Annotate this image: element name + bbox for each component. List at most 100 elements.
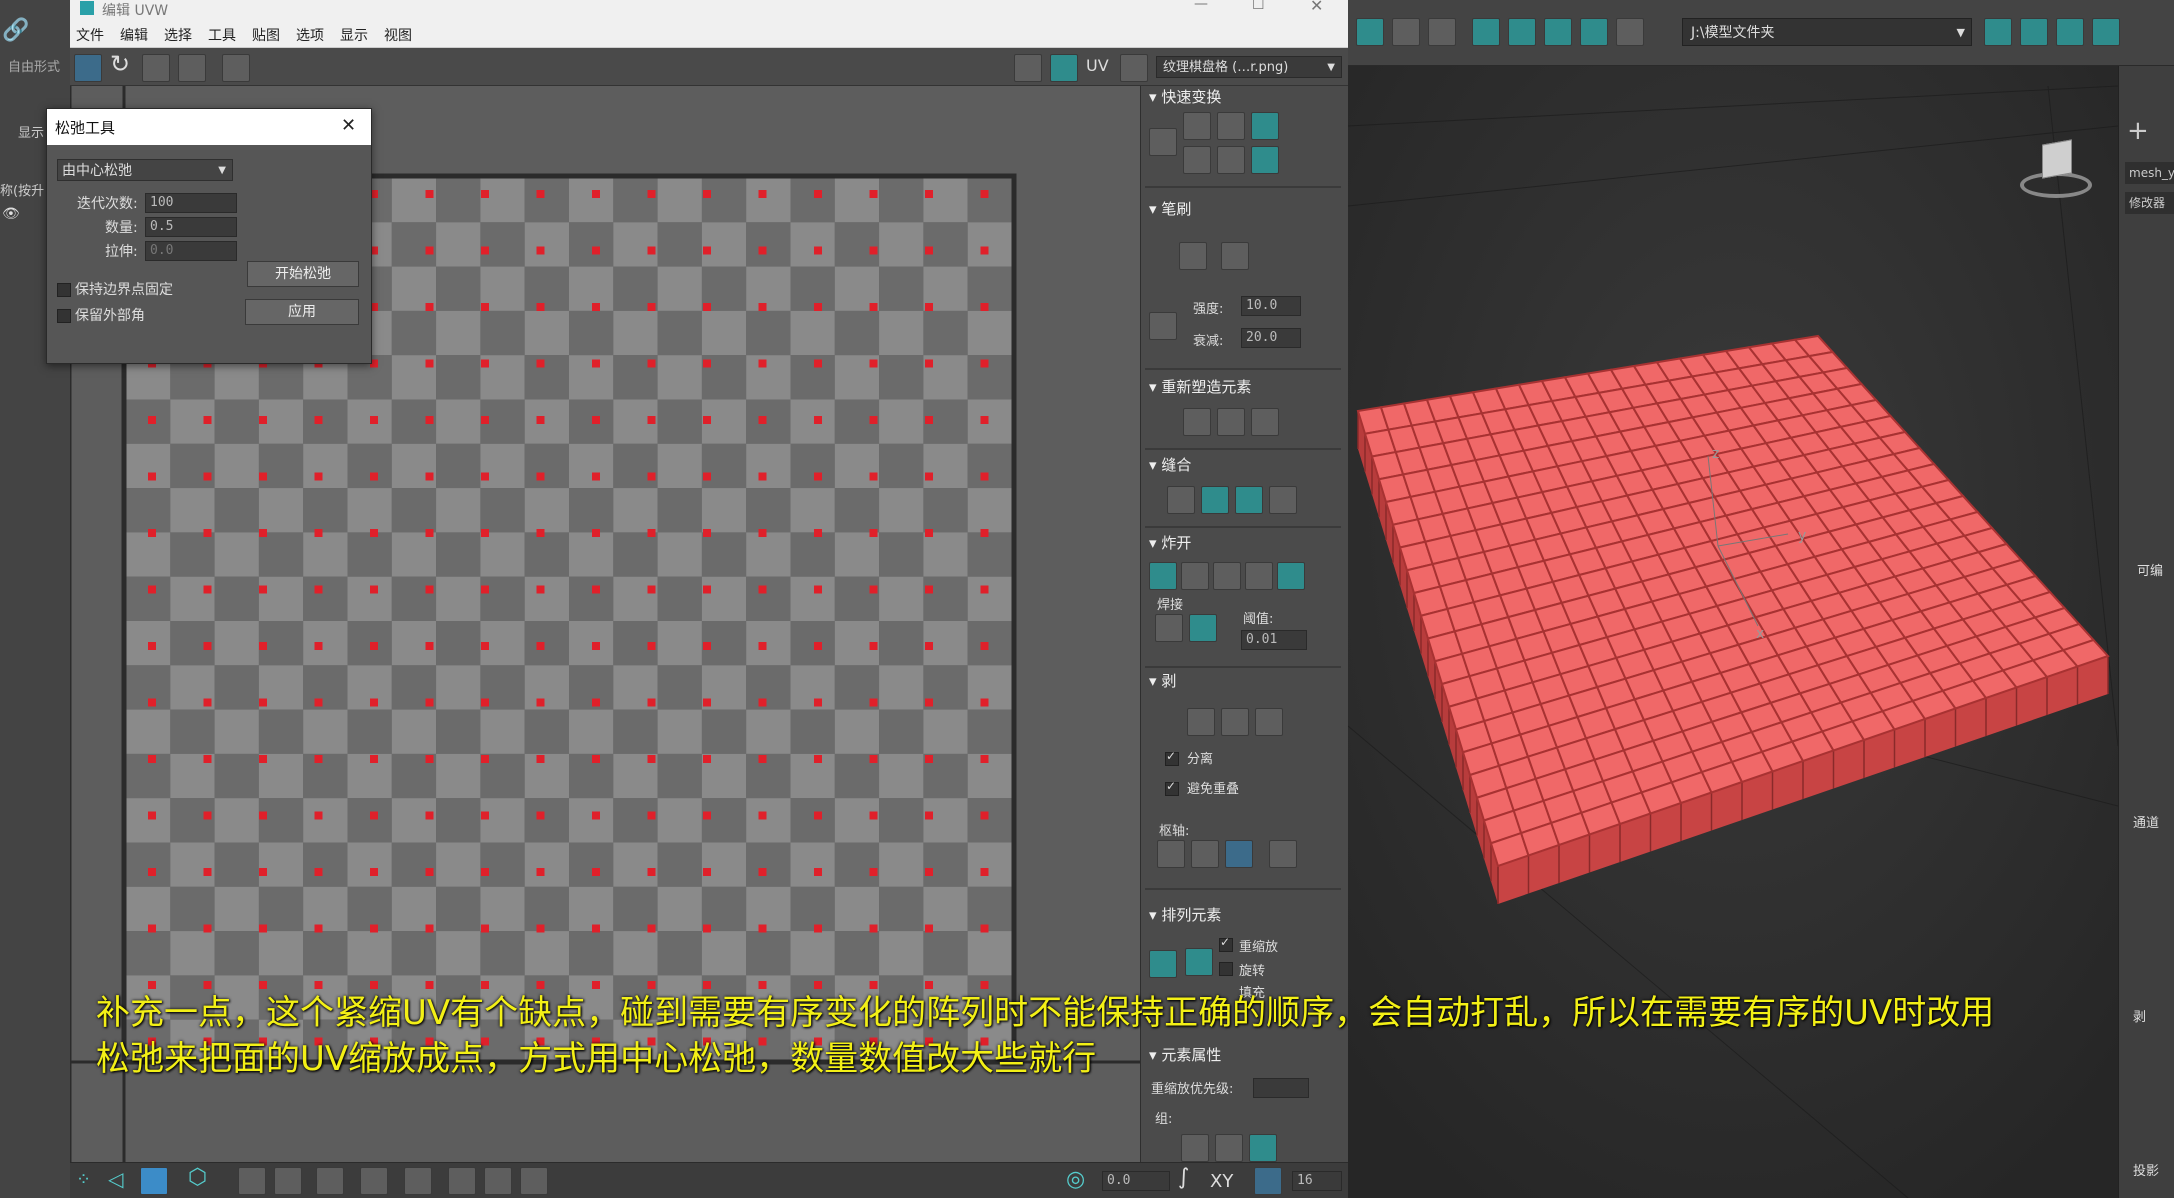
texture-dropdown[interactable]: 纹理棋盘格 (…r.png) ▼ bbox=[1156, 56, 1342, 78]
render-teapot-icon[interactable] bbox=[1544, 18, 1572, 46]
mirror-icon[interactable] bbox=[222, 54, 250, 82]
vertex-mode-icon[interactable]: ⁘ bbox=[76, 1169, 91, 1190]
render-setup-icon[interactable] bbox=[1472, 18, 1500, 46]
rotate-cw-icon[interactable] bbox=[1251, 146, 1279, 174]
select-pins-icon[interactable] bbox=[1269, 840, 1297, 868]
reset-peel-icon[interactable] bbox=[1255, 708, 1283, 736]
flatten-by-polygon-icon[interactable] bbox=[1213, 562, 1241, 590]
project-new-icon[interactable] bbox=[2056, 18, 2084, 46]
cmd-label-channel[interactable]: 通道 bbox=[2133, 812, 2159, 831]
face-mode-icon[interactable] bbox=[140, 1167, 168, 1195]
modifier-name-field[interactable]: mesh_y bbox=[2125, 162, 2174, 184]
strength-spinner[interactable]: 10.0 bbox=[1241, 296, 1301, 316]
checker-texture-icon[interactable] bbox=[1050, 54, 1078, 82]
plus-icon[interactable]: + bbox=[2127, 116, 2149, 146]
grid-spinner[interactable]: 16 bbox=[1292, 1171, 1342, 1191]
import-icon[interactable] bbox=[1356, 18, 1384, 46]
threshold-spinner[interactable]: 0.01 bbox=[1241, 630, 1307, 650]
align-vertical-icon[interactable] bbox=[1217, 112, 1245, 140]
export-icon[interactable] bbox=[1392, 18, 1420, 46]
iterations-spinner[interactable]: 100 bbox=[145, 193, 237, 213]
group-ungroup-icon[interactable] bbox=[1249, 1134, 1277, 1162]
modifier-list-dropdown[interactable]: 修改器列 bbox=[2125, 192, 2174, 214]
amount-spinner[interactable]: 0.5 bbox=[145, 217, 237, 237]
pin-brush-icon[interactable] bbox=[484, 1167, 512, 1195]
menu-mapping[interactable]: 贴图 bbox=[252, 25, 280, 45]
freeform-icon[interactable] bbox=[178, 54, 206, 82]
angle-snap-icon[interactable]: ◎ bbox=[1066, 1167, 1085, 1192]
rollout-arrange-elements[interactable]: ▾ 排列元素 bbox=[1149, 904, 1221, 925]
link-icon[interactable]: 🔗 bbox=[2, 18, 29, 43]
loop-icon[interactable] bbox=[316, 1167, 344, 1195]
rotate-ccw-icon[interactable] bbox=[1251, 112, 1279, 140]
relax-custom-icon[interactable] bbox=[1251, 408, 1279, 436]
rotate-icon[interactable]: ↻ bbox=[110, 50, 130, 78]
relax-mode-dropdown[interactable]: 由中心松弛 ▼ bbox=[57, 159, 233, 181]
weld-selected-icon[interactable] bbox=[1155, 614, 1183, 642]
brush-line-icon[interactable] bbox=[1149, 312, 1177, 340]
angle-spinner[interactable]: 0.0 bbox=[1102, 1171, 1170, 1191]
break-icon[interactable] bbox=[1149, 562, 1177, 590]
paint-select-icon[interactable] bbox=[404, 1167, 432, 1195]
project-settings-icon[interactable] bbox=[1984, 18, 2012, 46]
brush-icon[interactable] bbox=[448, 1167, 476, 1195]
group-lock-icon[interactable] bbox=[1215, 1134, 1243, 1162]
relax-icon[interactable] bbox=[1217, 408, 1245, 436]
project-path-dropdown[interactable]: J:\模型文件夹 ▼ bbox=[1682, 18, 1972, 46]
menu-display[interactable]: 显示 bbox=[340, 25, 368, 45]
grow-selection-icon[interactable] bbox=[274, 1167, 302, 1195]
rotate-checkbox[interactable] bbox=[1219, 962, 1233, 976]
relax-dialog-titlebar[interactable]: 松弛工具 ✕ bbox=[47, 109, 371, 145]
unpin-icon[interactable] bbox=[1191, 840, 1219, 868]
axis-constraint-label[interactable]: XY bbox=[1210, 1171, 1233, 1192]
relax-brush-icon[interactable] bbox=[1221, 242, 1249, 270]
peel-mode-icon[interactable] bbox=[1221, 708, 1249, 736]
unpin-brush-icon[interactable] bbox=[520, 1167, 548, 1195]
menu-options[interactable]: 选项 bbox=[296, 25, 324, 45]
rescale-checkbox[interactable] bbox=[1219, 935, 1233, 952]
move-icon[interactable] bbox=[74, 54, 102, 82]
group-select-icon[interactable] bbox=[1181, 1134, 1209, 1162]
rollout-peel[interactable]: ▾ 剥 bbox=[1149, 670, 1176, 691]
ring-icon[interactable] bbox=[360, 1167, 388, 1195]
close-icon[interactable]: ✕ bbox=[1310, 0, 1323, 15]
align-center-icon[interactable] bbox=[1149, 128, 1177, 156]
texture-settings-icon[interactable] bbox=[1120, 54, 1148, 82]
stitch-custom-icon[interactable] bbox=[1167, 486, 1195, 514]
space-vertical-icon[interactable] bbox=[1217, 146, 1245, 174]
menu-view[interactable]: 视图 bbox=[384, 25, 412, 45]
flatten-by-smoothing-icon[interactable] bbox=[1245, 562, 1273, 590]
paint-move-icon[interactable] bbox=[1179, 242, 1207, 270]
pack-together-icon[interactable] bbox=[1185, 948, 1213, 976]
viewcube[interactable] bbox=[2020, 136, 2092, 208]
element-mode-icon[interactable]: ⬡ bbox=[188, 1165, 207, 1190]
avoid-overlap-checkbox[interactable] bbox=[1165, 779, 1179, 796]
rollout-reshape-elements[interactable]: ▾ 重新塑造元素 bbox=[1149, 376, 1251, 397]
menu-tools[interactable]: 工具 bbox=[208, 25, 236, 45]
checker-display-icon[interactable] bbox=[1014, 54, 1042, 82]
falloff-spinner[interactable]: 20.0 bbox=[1241, 328, 1301, 348]
grid-snap-icon[interactable] bbox=[1254, 1167, 1282, 1195]
flatten-by-edge-icon[interactable] bbox=[1181, 562, 1209, 590]
scene-explorer-icon[interactable] bbox=[1428, 18, 1456, 46]
close-icon[interactable]: ✕ bbox=[341, 115, 356, 136]
select-region-icon[interactable] bbox=[238, 1167, 266, 1195]
soft-select-icon[interactable]: ∫ bbox=[1178, 1165, 1189, 1190]
cmd-label-projection[interactable]: 投影 bbox=[2133, 1160, 2159, 1179]
scale-icon[interactable] bbox=[142, 54, 170, 82]
stitch-average-icon[interactable] bbox=[1235, 486, 1263, 514]
minimize-icon[interactable]: — bbox=[1194, 0, 1208, 12]
menu-select[interactable]: 选择 bbox=[164, 25, 192, 45]
keep-boundary-checkbox[interactable] bbox=[57, 283, 71, 297]
rollout-stitch[interactable]: ▾ 缝合 bbox=[1149, 454, 1191, 475]
pin-icon[interactable] bbox=[1157, 840, 1185, 868]
stitch-target-icon[interactable] bbox=[1201, 486, 1229, 514]
quick-peel-icon[interactable] bbox=[1187, 708, 1215, 736]
cmd-label-editable[interactable]: 可编 bbox=[2137, 560, 2163, 579]
weld-target-icon[interactable] bbox=[1189, 614, 1217, 642]
edge-mode-icon[interactable]: ◁ bbox=[108, 1167, 123, 1191]
render-active-icon[interactable] bbox=[1580, 18, 1608, 46]
menu-file[interactable]: 文件 bbox=[76, 25, 104, 45]
align-horizontal-icon[interactable] bbox=[1183, 112, 1211, 140]
space-horizontal-icon[interactable] bbox=[1183, 146, 1211, 174]
